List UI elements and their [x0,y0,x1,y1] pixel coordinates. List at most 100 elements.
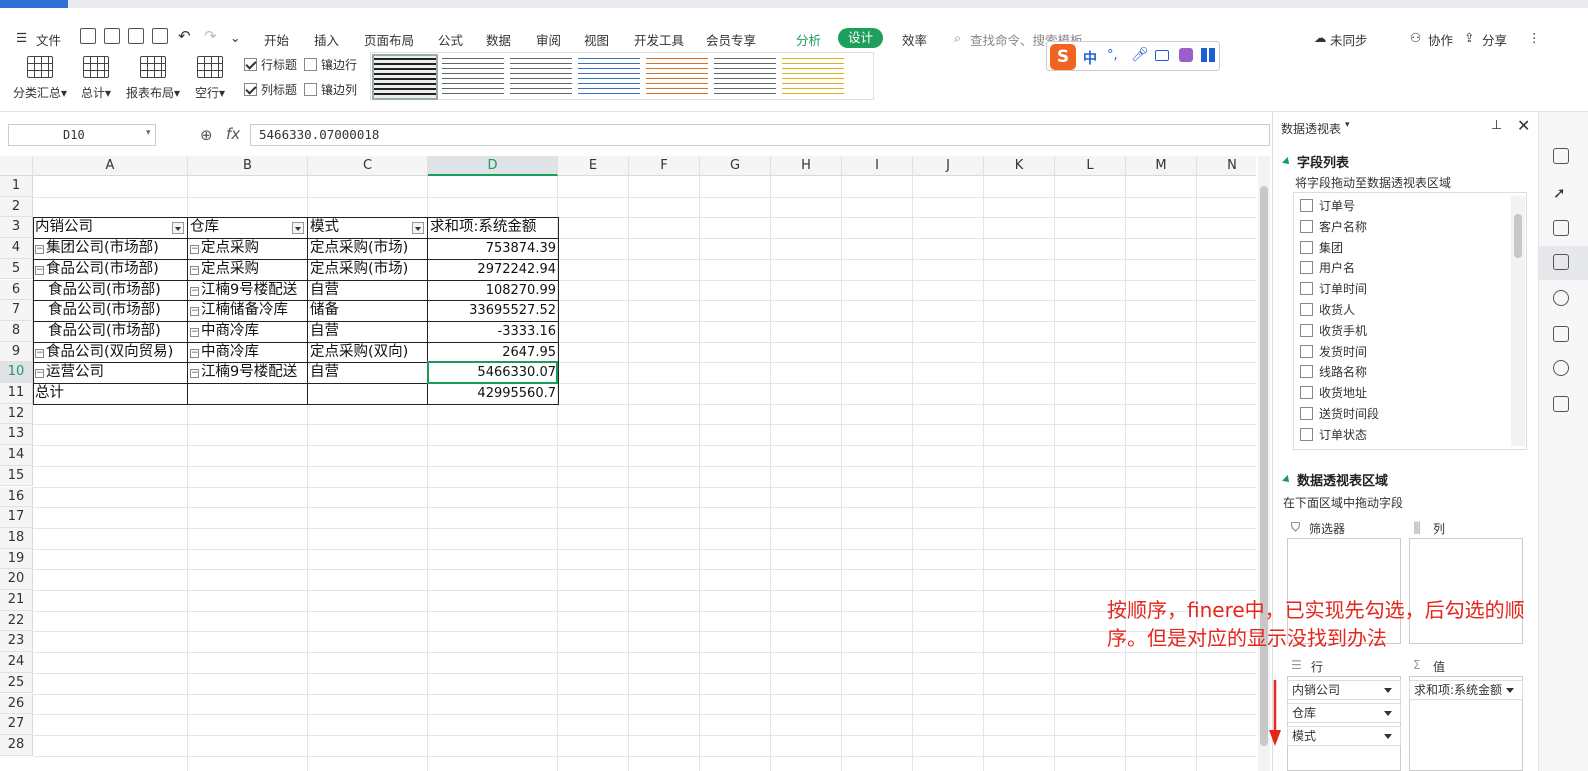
column-header-B[interactable]: B [188,156,308,176]
pivot-cell-company[interactable]: 食品公司(市场部) [33,300,188,321]
field-list-scroll-thumb[interactable] [1514,214,1522,258]
panel-title-dropdown-icon[interactable]: ▾ [1345,120,1350,130]
name-box-dropdown-icon[interactable]: ▾ [146,128,151,138]
help-icon[interactable] [1553,290,1569,306]
row-header-26[interactable]: 26 [0,693,33,715]
field-checkbox[interactable]: 收货人 [1300,301,1355,318]
ime-keyboard-icon[interactable] [1155,50,1169,61]
column-header-M[interactable]: M [1126,156,1197,176]
collapse-icon[interactable]: − [35,265,44,275]
row-header-16[interactable]: 16 [0,486,33,508]
row-header-9[interactable]: 9 [0,341,33,363]
row-header-5[interactable]: 5 [0,258,33,280]
pivot-header-2[interactable]: 模式 [308,217,428,238]
rocket-icon[interactable] [1553,148,1569,164]
file-menu[interactable]: 文件 [36,30,61,49]
filter-dropdown-icon[interactable] [172,222,184,235]
more-icon[interactable]: ⋮ [1528,30,1541,45]
row-field-chip[interactable]: 模式 [1287,726,1401,746]
export-icon[interactable] [104,28,120,44]
filter-dropdown-icon[interactable] [412,222,424,235]
row-header-10[interactable]: 10 [0,362,33,383]
column-header-F[interactable]: F [629,156,700,176]
pivot-cell-mode[interactable]: 储备 [308,300,428,321]
row-field-chip[interactable]: 内销公司 [1287,680,1401,700]
checkbox-icon[interactable] [1300,282,1313,296]
column-header-D[interactable]: D [428,156,558,176]
row-header-22[interactable]: 22 [0,610,33,632]
menu-item-3[interactable]: 公式 [438,30,463,49]
column-header-C[interactable]: C [308,156,428,176]
collapse-icon[interactable]: − [190,286,199,296]
redo-icon[interactable]: ↷ [204,27,217,45]
pivot-cell-amount[interactable]: 2647.95 [428,342,558,363]
cursor-icon[interactable]: ➚ [1553,184,1569,202]
menu-item-4[interactable]: 数据 [486,30,511,49]
pivot-style-7[interactable] [782,56,844,98]
pivot-cell-amount[interactable]: -3333.16 [428,321,558,342]
ime-skin-icon[interactable] [1179,48,1193,62]
pivot-style-3[interactable] [510,56,572,98]
pivot-cell-warehouse[interactable]: − 江楠9号楼配送 [188,362,308,383]
pivot-cell-warehouse[interactable]: − 江楠储备冷库 [188,300,308,321]
checkbox-icon[interactable] [1300,427,1313,441]
checkbox-icon[interactable] [1300,344,1313,358]
tab-design[interactable]: 设计 [838,28,884,48]
field-checkbox[interactable]: 线路名称 [1300,363,1367,380]
tab-analyze[interactable]: 分析 [796,30,821,49]
image-icon[interactable] [1553,326,1569,342]
ime-mic-icon[interactable]: 🎤︎ [1131,47,1149,63]
pivot-cell-company[interactable]: − 食品公司(双向贸易) [33,342,188,363]
column-header-J[interactable]: J [913,156,984,176]
field-checkbox[interactable]: 收货手机 [1300,322,1367,339]
row-header-1[interactable]: 1 [0,176,33,197]
field-checkbox[interactable]: 订单时间 [1300,280,1367,297]
checkbox-icon[interactable] [1300,261,1313,275]
row-header-15[interactable]: 15 [0,465,33,487]
collapse-icon[interactable]: − [190,307,199,317]
sliders-icon[interactable] [1553,220,1569,236]
pivot-cell-company[interactable]: 食品公司(市场部) [33,321,188,342]
field-checkbox[interactable]: 订单状态 [1300,426,1367,443]
print-icon[interactable] [128,28,144,44]
collab-button[interactable]: 协作 [1428,30,1453,49]
menu-item-8[interactable]: 会员专享 [706,30,756,49]
field-list-heading[interactable]: 字段列表 [1283,152,1349,171]
ime-toolbox-icon[interactable] [1201,48,1215,62]
column-header-G[interactable]: G [700,156,771,176]
menu-item-2[interactable]: 页面布局 [364,30,414,49]
menu-icon[interactable]: ☰ [16,30,27,45]
pivot-style-1[interactable] [372,54,438,100]
vertical-scrollbar[interactable] [1258,156,1270,771]
menu-item-6[interactable]: 视图 [584,30,609,49]
pivot-cell-amount[interactable]: 108270.99 [428,280,558,301]
collapse-icon[interactable]: − [190,265,199,275]
row-header-19[interactable]: 19 [0,548,33,570]
pivot-style-5[interactable] [646,56,708,98]
row-header-12[interactable]: 12 [0,403,33,425]
unsync-button[interactable]: 未同步 [1330,30,1368,49]
spreadsheet-grid[interactable]: ABCDEFGHIJKLMN 1 2 3 4 5 6 7 8 9 10 11 12 13 14 15 16 17… [0,156,1256,771]
column-header-K[interactable]: K [984,156,1055,176]
undo-icon[interactable]: ↶ [178,27,191,45]
close-icon[interactable]: ✕ [1517,116,1530,135]
row-header-27[interactable]: 27 [0,714,33,735]
share-button[interactable]: 分享 [1482,30,1507,49]
row-header-11[interactable]: 11 [0,383,33,404]
value-field-chip[interactable]: 求和项:系统金额 [1409,680,1523,700]
field-checkbox[interactable]: 集团 [1300,239,1343,256]
field-checkbox[interactable]: 发货时间 [1300,343,1367,360]
print-preview-icon[interactable] [152,28,168,44]
pivot-style-4[interactable] [578,56,640,98]
menu-item-5[interactable]: 审阅 [536,30,561,49]
field-checkbox[interactable]: 送货时间段 [1300,405,1379,422]
collapse-icon[interactable]: − [190,327,199,337]
checkbox-icon[interactable] [1300,323,1313,337]
banded-rows-checkbox[interactable]: 镶边行 [304,56,357,73]
name-box[interactable]: D10 [8,124,156,146]
row-header-24[interactable]: 24 [0,652,33,673]
pin-icon[interactable]: ⊥ [1491,118,1502,133]
pivot-cell-company[interactable]: 食品公司(市场部) [33,280,188,301]
select-all-corner[interactable] [0,156,33,176]
row-header-8[interactable]: 8 [0,320,33,342]
